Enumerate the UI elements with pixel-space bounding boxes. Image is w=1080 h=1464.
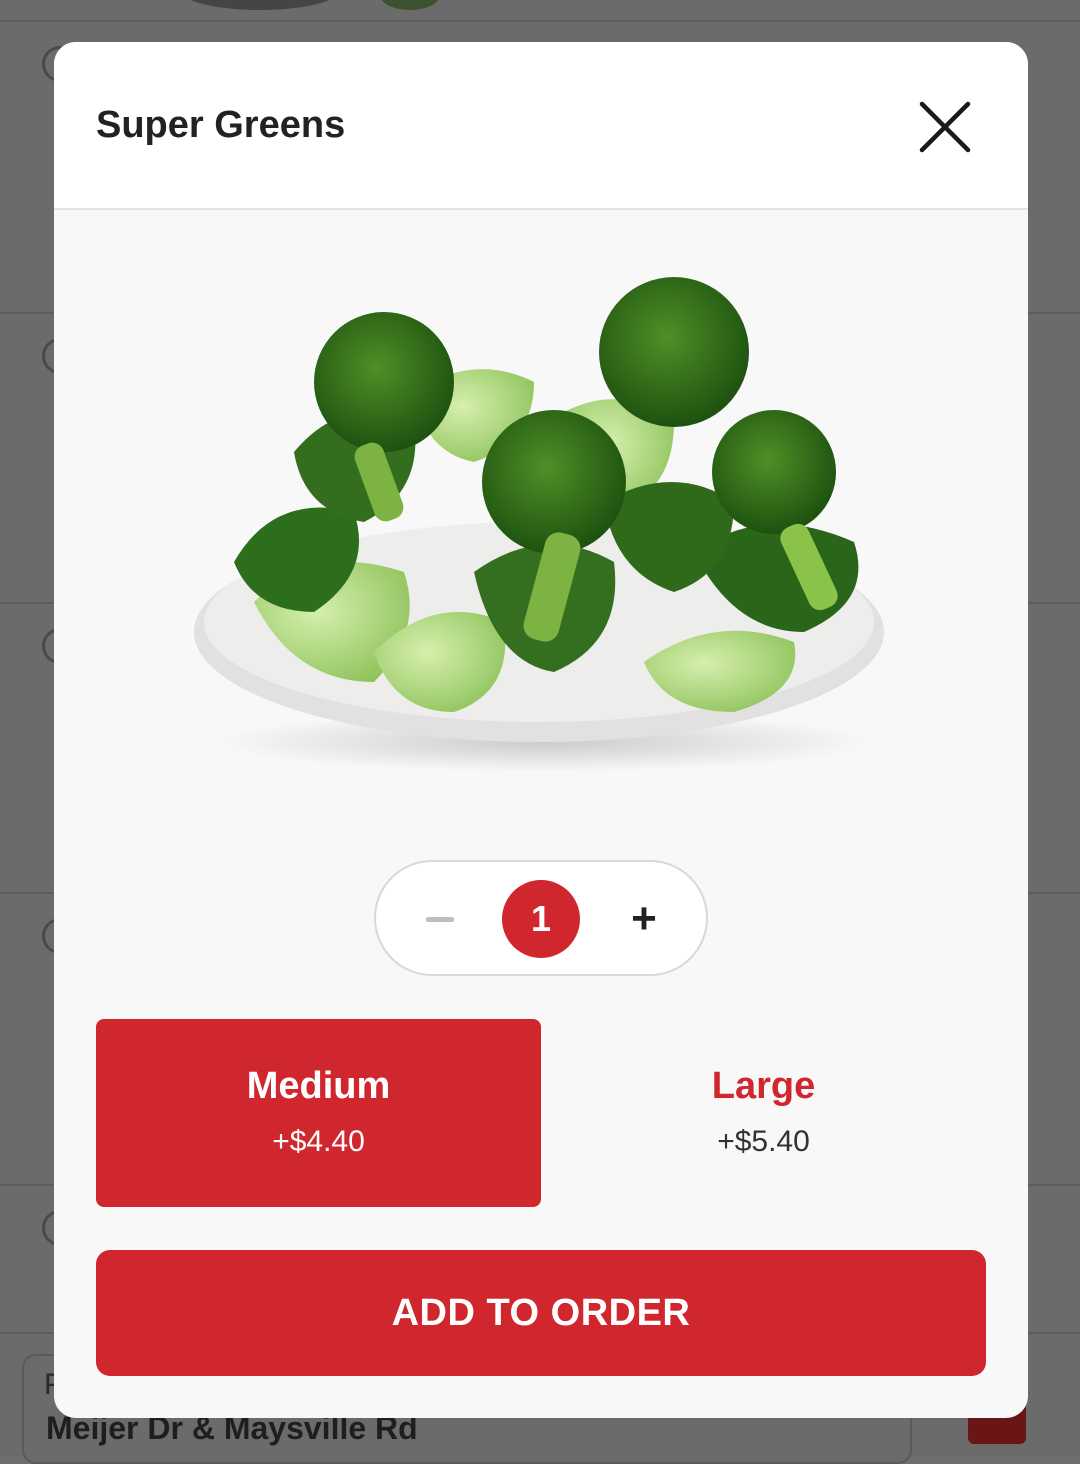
close-icon (919, 101, 971, 153)
increase-quantity-button[interactable]: + (624, 894, 664, 943)
size-name: Medium (246, 1065, 391, 1107)
plus-icon: + (631, 894, 657, 943)
size-option-large[interactable]: Large +$5.40 (541, 1019, 986, 1207)
size-price: +$5.40 (717, 1125, 810, 1158)
background-image-fragment (180, 0, 340, 10)
quantity-stepper: 1 + (374, 860, 708, 976)
close-button[interactable] (916, 98, 974, 156)
background-divider (0, 20, 1080, 22)
add-to-order-button[interactable]: ADD TO ORDER (96, 1250, 986, 1376)
modal-header: Super Greens (54, 42, 1028, 210)
size-option-medium[interactable]: Medium +$4.40 (96, 1019, 541, 1207)
size-price: +$4.40 (272, 1125, 365, 1158)
super-greens-image (194, 277, 884, 772)
modal-title: Super Greens (96, 104, 346, 146)
minus-icon (426, 916, 454, 922)
product-modal: Super Greens 1 + Medium +$4.40 Large +$5… (54, 42, 1028, 1418)
size-name: Large (711, 1065, 816, 1107)
product-image (174, 272, 904, 772)
decrease-quantity-button[interactable] (422, 896, 458, 942)
quantity-value: 1 (502, 880, 580, 958)
background-image-fragment (380, 0, 440, 10)
